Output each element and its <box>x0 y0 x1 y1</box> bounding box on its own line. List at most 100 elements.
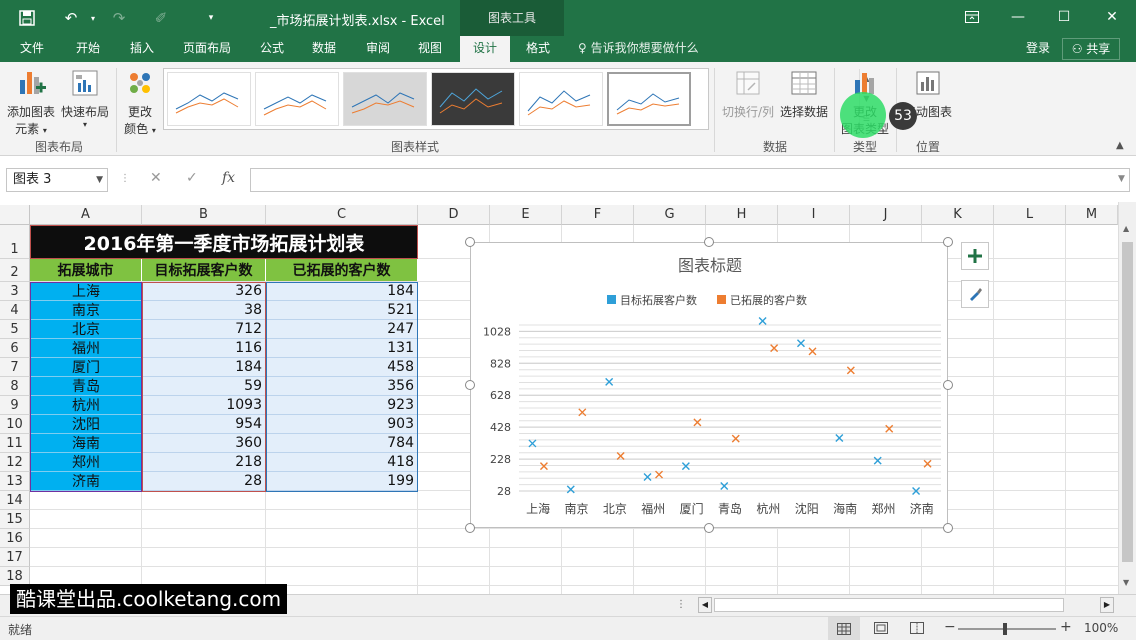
resize-handle-bl[interactable] <box>465 523 475 533</box>
collapse-ribbon-icon[interactable]: ▲ <box>1116 140 1124 151</box>
tab-format[interactable]: 格式 <box>514 36 562 62</box>
chart-style-1[interactable] <box>167 72 251 126</box>
column-header-c[interactable]: C <box>266 205 418 225</box>
column-header-b[interactable]: B <box>142 205 266 225</box>
data-point[interactable] <box>693 418 702 427</box>
data-point[interactable] <box>796 339 805 348</box>
row-header-11[interactable]: 11 <box>0 434 30 453</box>
chart-style-5[interactable] <box>519 72 603 126</box>
city-cell[interactable]: 南京 <box>30 301 142 320</box>
formula-input[interactable] <box>250 168 1130 192</box>
target-cell[interactable]: 38 <box>142 301 266 320</box>
resize-handle-l[interactable] <box>465 380 475 390</box>
row-header-15[interactable]: 15 <box>0 510 30 529</box>
resize-handle-r[interactable] <box>943 380 953 390</box>
data-point[interactable] <box>758 317 767 326</box>
row-header-10[interactable]: 10 <box>0 415 30 434</box>
chart-elements-button[interactable] <box>961 242 989 270</box>
row-header-17[interactable]: 17 <box>0 548 30 567</box>
normal-view-icon[interactable] <box>828 617 860 640</box>
tab-page-layout[interactable]: 页面布局 <box>176 36 238 62</box>
row-header-14[interactable]: 14 <box>0 491 30 510</box>
page-layout-view-icon[interactable] <box>874 622 888 637</box>
achieved-cell[interactable]: 784 <box>266 434 418 453</box>
target-cell[interactable]: 218 <box>142 453 266 472</box>
horizontal-scroll-thumb[interactable] <box>714 598 1064 612</box>
format-painter-icon[interactable]: ✐ <box>148 6 174 30</box>
close-icon[interactable]: ✕ <box>1094 4 1130 30</box>
target-cell[interactable]: 1093 <box>142 396 266 415</box>
vertical-scrollbar[interactable]: ▲ ▼ <box>1118 202 1136 594</box>
tab-design[interactable]: 设计 <box>460 36 510 62</box>
column-header-j[interactable]: J <box>850 205 922 225</box>
achieved-cell[interactable]: 199 <box>266 472 418 491</box>
sign-in-link[interactable]: 登录 <box>1026 36 1050 60</box>
header-target[interactable]: 目标拓展客户数 <box>142 259 266 281</box>
achieved-cell[interactable]: 247 <box>266 320 418 339</box>
target-cell[interactable]: 59 <box>142 377 266 396</box>
column-header-h[interactable]: H <box>706 205 778 225</box>
data-point[interactable] <box>731 434 740 443</box>
target-cell[interactable]: 712 <box>142 320 266 339</box>
target-cell[interactable]: 184 <box>142 358 266 377</box>
chart-style-6-selected[interactable] <box>607 72 691 126</box>
resize-handle-tl[interactable] <box>465 237 475 247</box>
expand-formula-icon[interactable]: ▼ <box>1118 174 1125 184</box>
tab-file[interactable]: 文件 <box>8 36 56 62</box>
chart-area[interactable]: 图表标题 目标拓展客户数 已拓展的客户数 28 228 428 628 828 1028 上海 南京… <box>470 242 948 528</box>
switch-row-column-button[interactable]: 切换行/列 <box>718 68 778 120</box>
row-header-2[interactable]: 2 <box>0 259 30 282</box>
column-header-g[interactable]: G <box>634 205 706 225</box>
target-cell[interactable]: 116 <box>142 339 266 358</box>
data-point[interactable] <box>616 452 625 461</box>
achieved-cell[interactable]: 923 <box>266 396 418 415</box>
hscroll-left-icon[interactable]: ◀ <box>698 597 712 613</box>
city-cell[interactable]: 上海 <box>30 282 142 301</box>
column-header-m[interactable]: M <box>1066 205 1118 225</box>
resize-handle-tr[interactable] <box>943 237 953 247</box>
tab-insert[interactable]: 插入 <box>118 36 166 62</box>
city-cell[interactable]: 济南 <box>30 472 142 491</box>
data-point[interactable] <box>923 459 932 468</box>
zoom-level[interactable]: 100% <box>1084 621 1118 635</box>
header-achieved[interactable]: 已拓展的客户数 <box>266 259 418 281</box>
data-point[interactable] <box>605 377 614 386</box>
select-all-corner[interactable] <box>0 205 30 225</box>
tabbar-split-icon[interactable]: ⋮ <box>676 599 686 610</box>
row-header-7[interactable]: 7 <box>0 358 30 377</box>
row-header-5[interactable]: 5 <box>0 320 30 339</box>
legend-label[interactable]: 目标拓展客户数 <box>620 293 697 307</box>
chart-style-2[interactable] <box>255 72 339 126</box>
row-header-13[interactable]: 13 <box>0 472 30 491</box>
chart-styles-button[interactable] <box>961 280 989 308</box>
achieved-cell[interactable]: 903 <box>266 415 418 434</box>
city-cell[interactable]: 北京 <box>30 320 142 339</box>
data-point[interactable] <box>885 424 894 433</box>
row-header-4[interactable]: 4 <box>0 301 30 320</box>
chart-style-4[interactable] <box>431 72 515 126</box>
tab-home[interactable]: 开始 <box>64 36 112 62</box>
row-header-8[interactable]: 8 <box>0 377 30 396</box>
data-point[interactable] <box>681 462 690 471</box>
data-point[interactable] <box>835 434 844 443</box>
chart-styles-gallery[interactable]: ▲ ▼ ☰ <box>163 68 870 130</box>
resize-handle-b[interactable] <box>704 523 714 533</box>
column-header-f[interactable]: F <box>562 205 634 225</box>
confirm-icon[interactable]: ✓ <box>186 170 198 186</box>
row-header-6[interactable]: 6 <box>0 339 30 358</box>
cancel-icon[interactable]: ✕ <box>150 170 162 186</box>
column-header-i[interactable]: I <box>778 205 850 225</box>
target-cell[interactable]: 360 <box>142 434 266 453</box>
share-button[interactable]: ⚇ 共享 <box>1062 38 1120 60</box>
chart-title[interactable]: 图表标题 <box>678 256 742 275</box>
tab-data[interactable]: 数据 <box>300 36 348 62</box>
data-point[interactable] <box>808 347 817 356</box>
redo-icon[interactable]: ↷ <box>106 6 132 30</box>
column-header-a[interactable]: A <box>30 205 142 225</box>
vertical-scroll-thumb[interactable] <box>1122 242 1133 562</box>
select-data-button[interactable]: 选择数据 <box>778 68 830 120</box>
legend-label[interactable]: 已拓展的客户数 <box>730 293 807 307</box>
scroll-up-icon[interactable]: ▲ <box>1123 224 1129 233</box>
zoom-out-icon[interactable]: − <box>944 619 956 635</box>
achieved-cell[interactable]: 521 <box>266 301 418 320</box>
